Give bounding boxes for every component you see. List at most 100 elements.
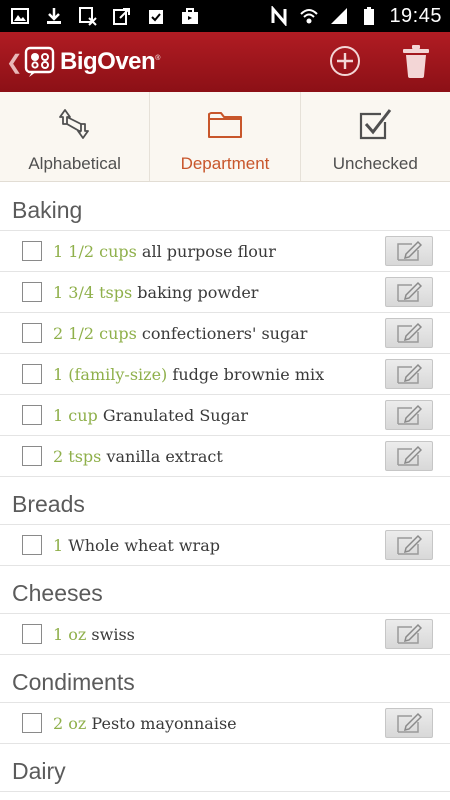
tab-label: Department <box>180 154 270 173</box>
item-text: 1 (family-size) fudge brownie mix <box>53 365 324 384</box>
back-chevron-icon[interactable]: ❮ <box>6 50 23 75</box>
item-text: 1 1/2 cups all purpose flour <box>53 242 276 261</box>
signal-icon <box>331 8 348 24</box>
bigoven-logo-icon <box>24 46 55 77</box>
pencil-edit-icon <box>397 534 422 555</box>
item-checkbox[interactable] <box>22 624 42 644</box>
pencil-edit-icon <box>397 404 422 425</box>
item-name: baking powder <box>137 282 259 302</box>
item-text: 2 tsps vanilla extract <box>53 447 223 466</box>
briefcase-icon <box>182 8 198 24</box>
clipboard-check-icon <box>149 10 163 24</box>
item-quantity: 2 tsps <box>53 446 102 466</box>
item-quantity: 1 1/2 cups <box>53 241 137 261</box>
item-checkbox[interactable] <box>22 446 42 466</box>
item-name: vanilla extract <box>106 446 223 466</box>
section-header-cheeses: Cheeses <box>0 566 450 614</box>
tab-label: Alphabetical <box>28 154 121 173</box>
item-checkbox[interactable] <box>22 713 42 733</box>
item-quantity: 2 oz <box>53 713 87 733</box>
edit-button[interactable] <box>385 708 433 738</box>
section-header-baking: Baking <box>0 183 450 231</box>
item-quantity: 1 (family-size) <box>53 364 168 384</box>
edit-button[interactable] <box>385 359 433 389</box>
item-quantity: 1 oz <box>53 624 87 644</box>
section-header-condiments: Condiments <box>0 655 450 703</box>
edit-button[interactable] <box>385 530 433 560</box>
add-icon[interactable] <box>328 44 362 78</box>
pencil-edit-icon <box>397 712 422 733</box>
edit-button[interactable] <box>385 236 433 266</box>
list-item: 1 cup Granulated Sugar <box>0 395 450 436</box>
action-bar: ❮ BigOven® <box>0 32 450 92</box>
shopping-list: Baking 1 1/2 cups all purpose flour 1 3/… <box>0 183 450 792</box>
item-quantity: 1 <box>53 535 64 555</box>
status-bar: 19:45 <box>0 0 450 32</box>
section-header-dairy: Dairy <box>0 744 450 792</box>
list-item: 1 (family-size) fudge brownie mix <box>0 354 450 395</box>
tab-department[interactable]: Department <box>150 92 301 181</box>
app-name: BigOven® <box>60 48 160 75</box>
checkbox-checked-icon <box>360 109 392 140</box>
item-name: all purpose flour <box>141 241 276 261</box>
item-name: Granulated Sugar <box>102 405 249 425</box>
notification-icons <box>10 6 200 26</box>
item-quantity: 1 cup <box>53 405 98 425</box>
sort-arrows-icon <box>58 109 89 139</box>
app-logo-home-button[interactable]: BigOven® <box>24 46 160 78</box>
item-text: 2 oz Pesto mayonnaise <box>53 714 237 733</box>
wifi-icon <box>300 9 319 24</box>
edit-button[interactable] <box>385 619 433 649</box>
pencil-edit-icon <box>397 322 422 343</box>
tab-label: Unchecked <box>332 154 418 173</box>
item-name: Whole wheat wrap <box>68 535 220 555</box>
item-text: 1 cup Granulated Sugar <box>53 406 248 425</box>
item-checkbox[interactable] <box>22 535 42 555</box>
nfc-icon <box>271 6 287 26</box>
edit-button[interactable] <box>385 318 433 348</box>
list-item: 1 1/2 cups all purpose flour <box>0 231 450 272</box>
tab-alphabetical[interactable]: Alphabetical <box>0 92 151 181</box>
clock: 19:45 <box>389 4 442 27</box>
item-name: confectioners' sugar <box>141 323 308 343</box>
tab-unchecked[interactable]: Unchecked <box>301 92 450 181</box>
item-text: 2 1/2 cups confectioners' sugar <box>53 324 307 343</box>
mute-card-icon <box>79 7 97 26</box>
item-text: 1 3/4 tsps baking powder <box>53 283 258 302</box>
item-name: Pesto mayonnaise <box>91 713 237 733</box>
sort-tabs: Alphabetical Department Unchecked <box>0 92 450 182</box>
list-item: 2 1/2 cups confectioners' sugar <box>0 313 450 354</box>
pencil-edit-icon <box>397 445 422 466</box>
pencil-edit-icon <box>397 240 422 261</box>
system-icons: 19:45 <box>269 5 442 28</box>
list-item: 2 oz Pesto mayonnaise <box>0 703 450 744</box>
folder-icon <box>207 112 242 138</box>
edit-button[interactable] <box>385 400 433 430</box>
edit-button[interactable] <box>385 441 433 471</box>
list-item: 1 Whole wheat wrap <box>0 525 450 566</box>
item-text: 1 Whole wheat wrap <box>53 536 220 555</box>
pencil-edit-icon <box>397 623 422 644</box>
item-checkbox[interactable] <box>22 323 42 343</box>
pencil-edit-icon <box>397 363 422 384</box>
item-quantity: 2 1/2 cups <box>53 323 137 343</box>
item-checkbox[interactable] <box>22 364 42 384</box>
item-checkbox[interactable] <box>22 282 42 302</box>
list-item: 1 3/4 tsps baking powder <box>0 272 450 313</box>
share-icon <box>113 8 130 25</box>
battery-icon <box>364 7 375 25</box>
item-name: swiss <box>91 624 135 644</box>
edit-button[interactable] <box>385 277 433 307</box>
item-name: fudge brownie mix <box>172 364 325 384</box>
item-quantity: 1 3/4 tsps <box>53 282 133 302</box>
item-checkbox[interactable] <box>22 405 42 425</box>
trash-icon[interactable] <box>399 42 433 80</box>
download-icon <box>47 8 61 24</box>
list-item: 1 oz swiss <box>0 614 450 655</box>
item-text: 1 oz swiss <box>53 625 135 644</box>
section-header-breads: Breads <box>0 477 450 525</box>
list-item: 2 tsps vanilla extract <box>0 436 450 477</box>
image-icon <box>11 8 29 24</box>
item-checkbox[interactable] <box>22 241 42 261</box>
pencil-edit-icon <box>397 281 422 302</box>
